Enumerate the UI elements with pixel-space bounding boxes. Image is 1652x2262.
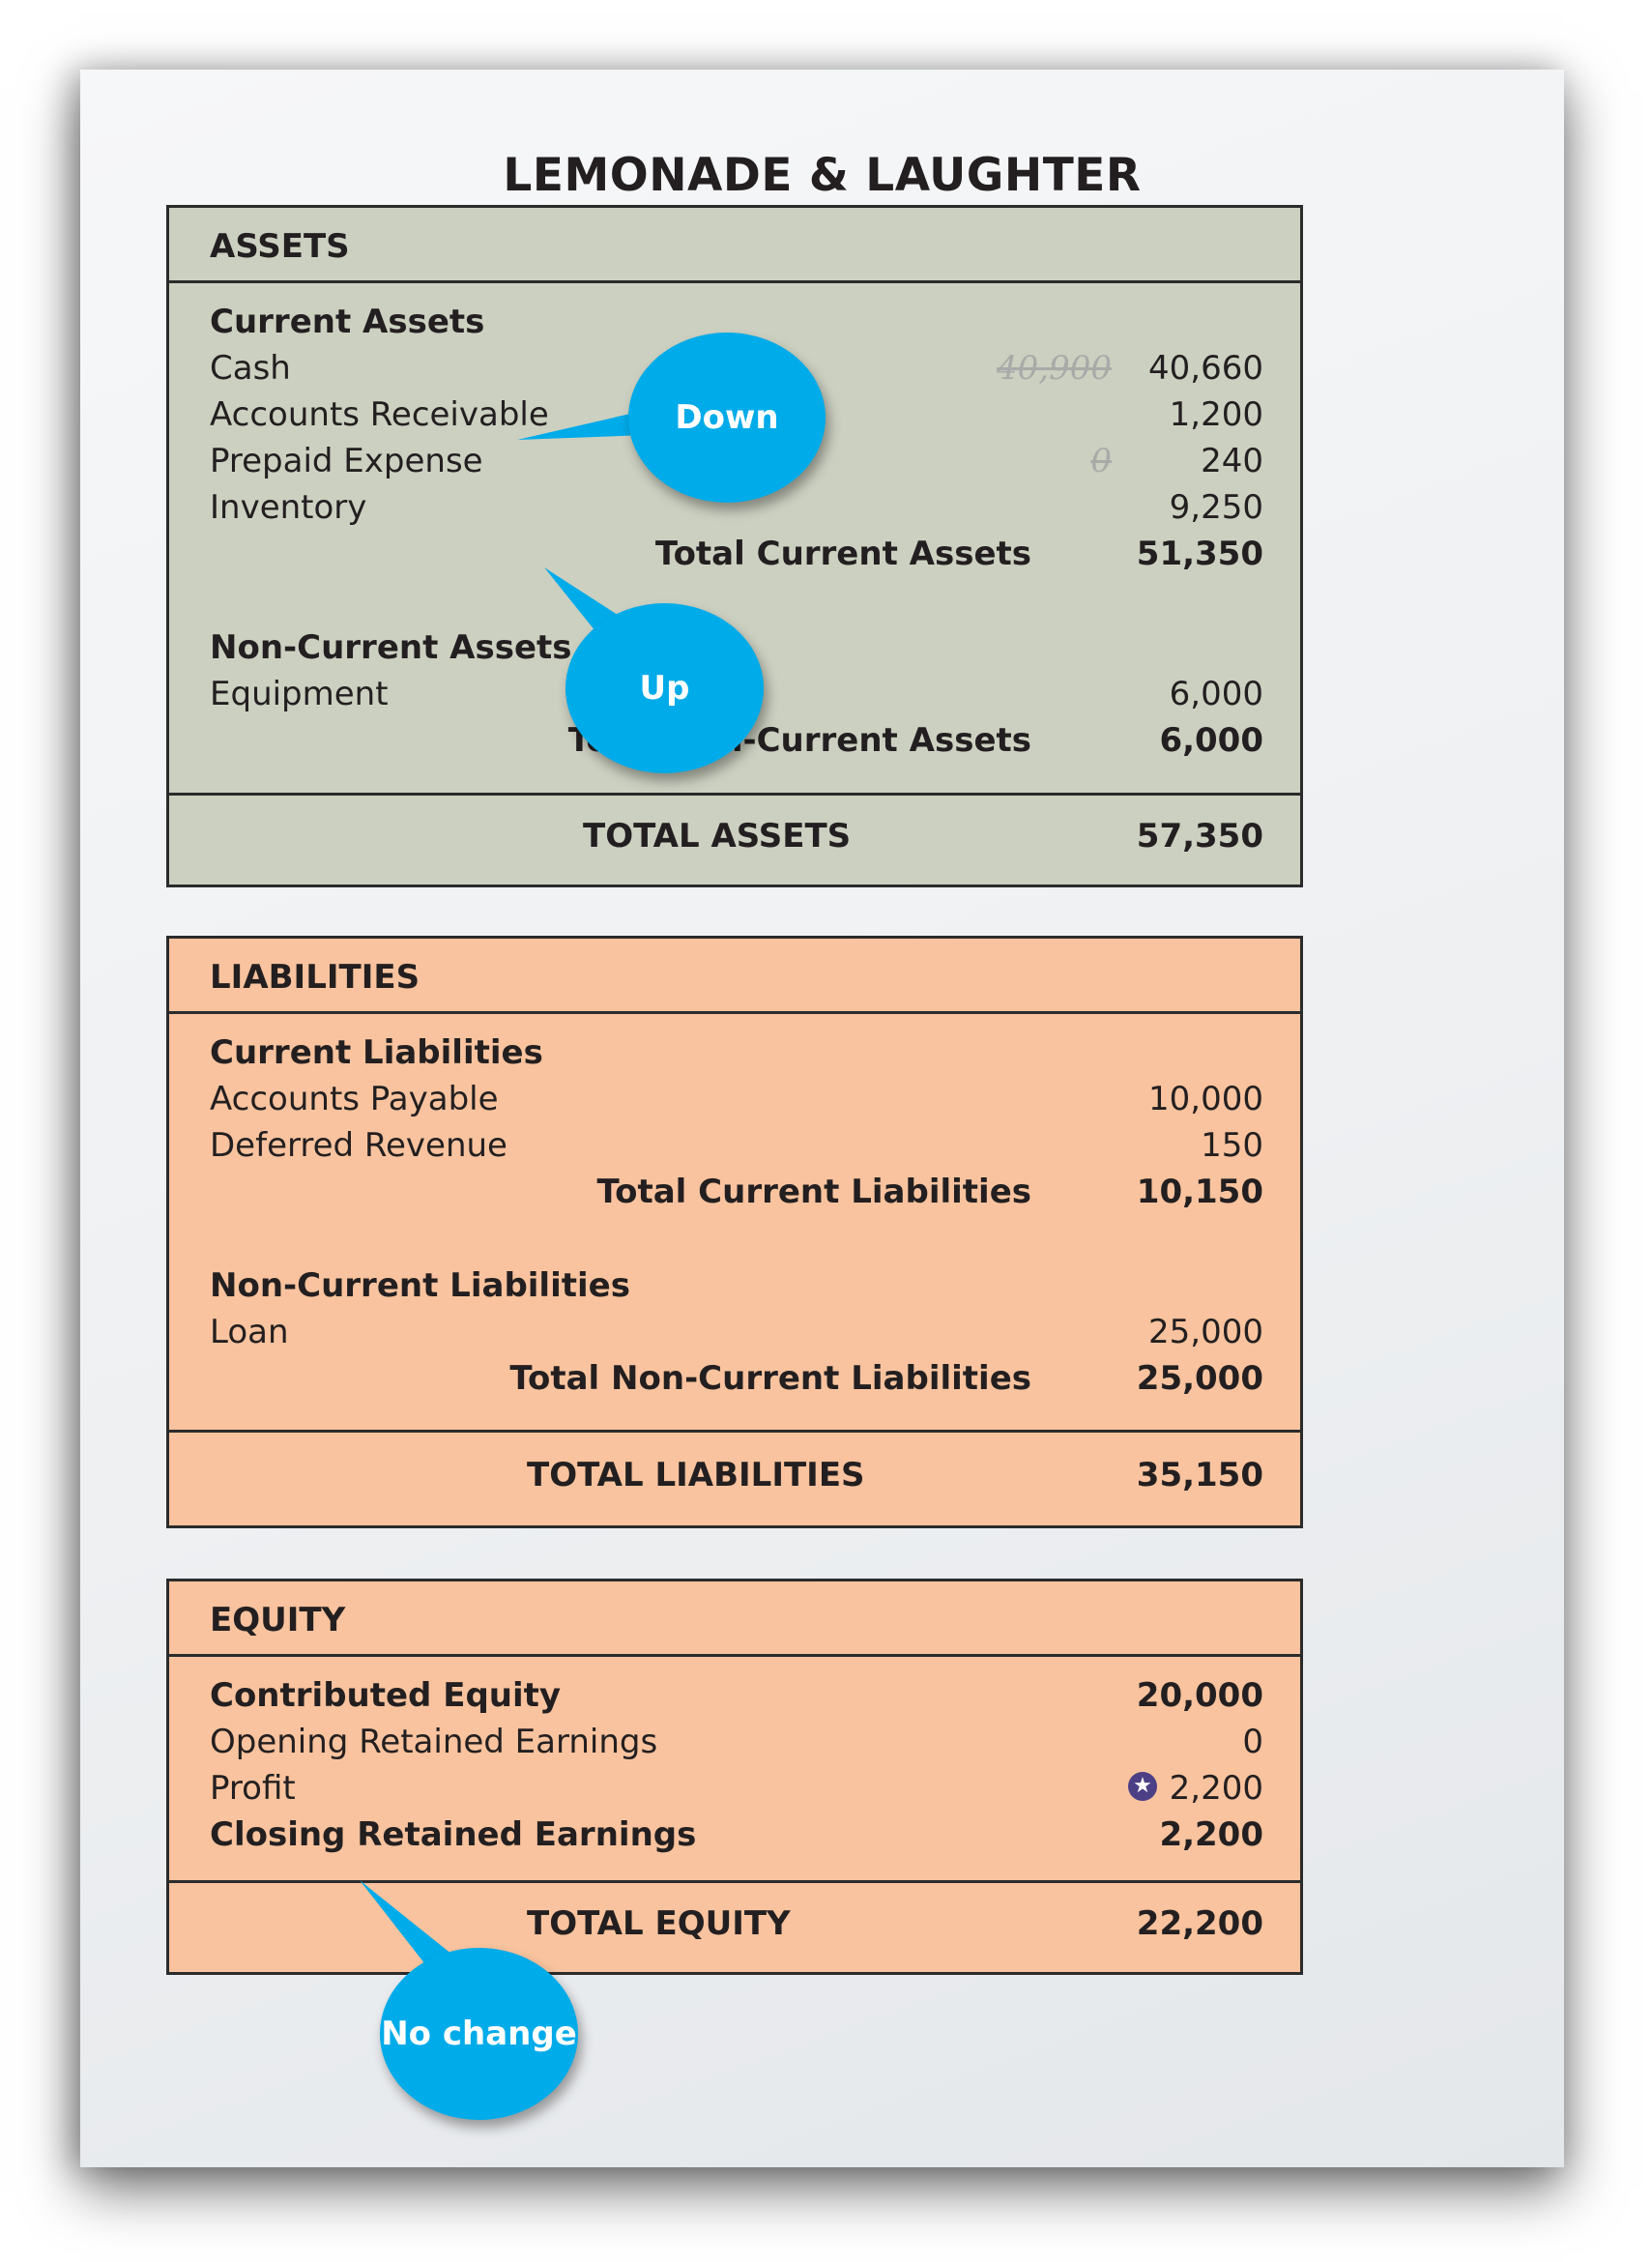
up-callout: Up <box>565 603 764 773</box>
down-callout-pointer <box>517 411 646 440</box>
down-callout: Down <box>628 333 826 503</box>
no-change-callout: No change <box>380 1948 578 2120</box>
callout-pointers <box>360 411 646 1977</box>
